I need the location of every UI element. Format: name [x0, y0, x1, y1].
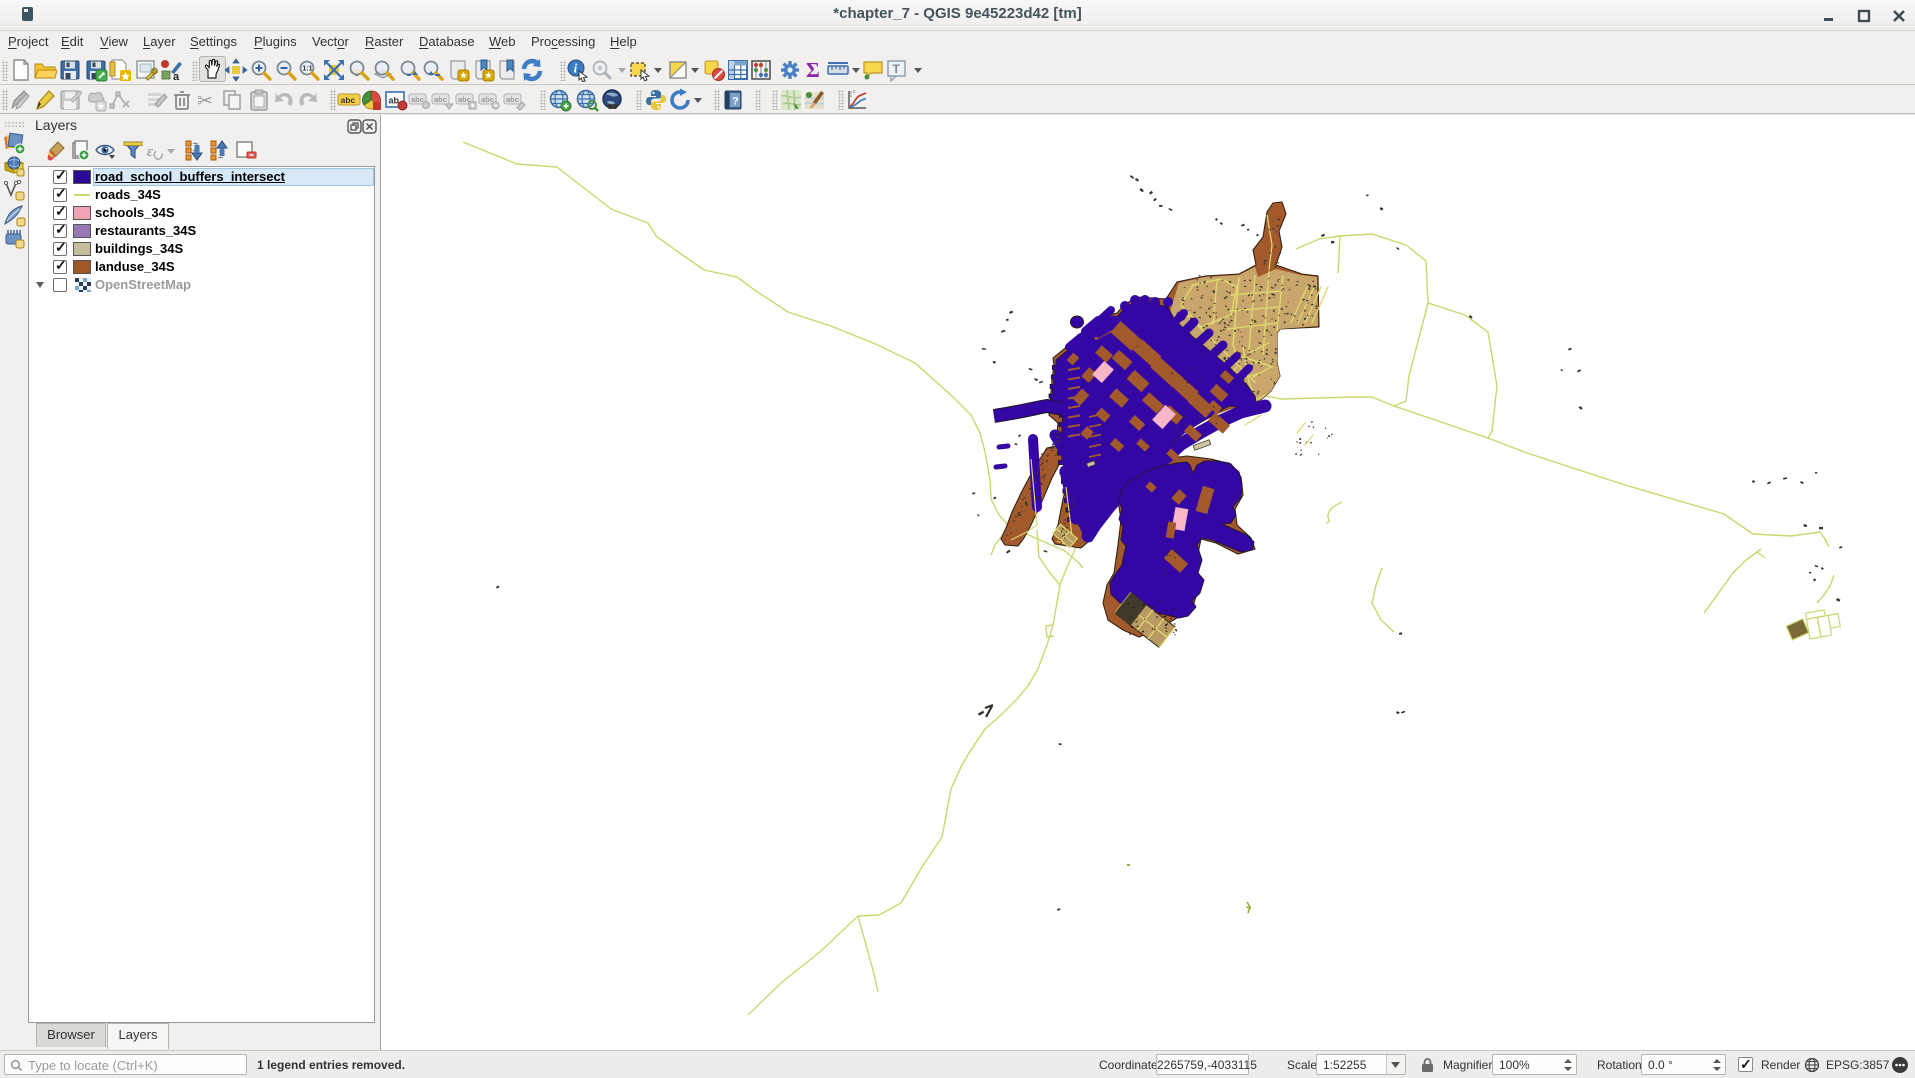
svg-text:i: i — [574, 61, 578, 76]
svg-text:abc: abc — [506, 95, 519, 104]
svg-text:abc: abc — [341, 95, 356, 105]
svg-text:abc: abc — [434, 95, 447, 104]
svg-text:T: T — [893, 62, 901, 76]
svg-text:✂: ✂ — [197, 91, 213, 112]
svg-text:Σ: Σ — [806, 58, 820, 82]
svg-text:1:1: 1:1 — [302, 66, 312, 73]
svg-text:?: ? — [732, 96, 739, 108]
svg-text:abc: abc — [411, 95, 424, 104]
svg-text:ε: ε — [147, 144, 153, 160]
svg-text:abc: abc — [481, 95, 494, 104]
svg-text:a: a — [173, 71, 180, 82]
